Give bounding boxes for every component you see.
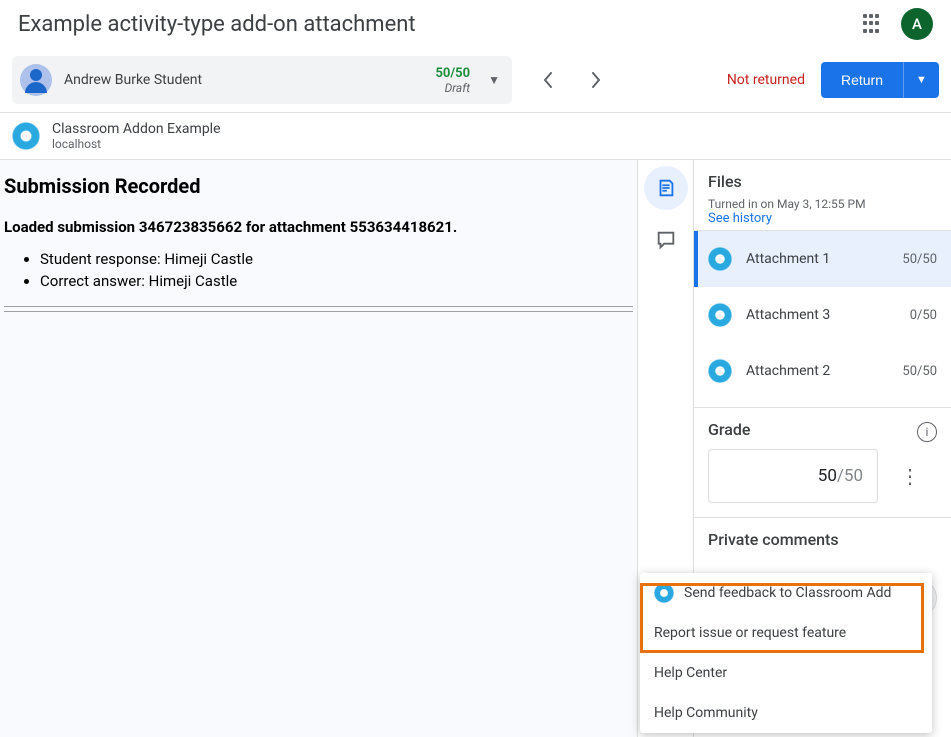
attachment-name: Attachment 2 xyxy=(746,363,888,379)
student-name: Andrew Burke Student xyxy=(64,72,435,88)
turned-in-text: Turned in on May 3, 12:55 PM xyxy=(708,197,937,211)
addon-title: Classroom Addon Example xyxy=(52,121,221,137)
attachment-row[interactable]: Attachment 3 0/50 xyxy=(694,287,951,343)
return-dropdown-button[interactable]: ▼ xyxy=(903,62,939,98)
account-avatar[interactable]: A xyxy=(901,8,933,40)
submission-bullet: Correct answer: Himeji Castle xyxy=(40,272,633,290)
student-picker[interactable]: Andrew Burke Student 50/50 Draft ▼ xyxy=(12,56,512,104)
submission-heading: Submission Recorded xyxy=(4,174,633,198)
attachment-name: Attachment 3 xyxy=(746,307,896,323)
next-student-button[interactable] xyxy=(584,68,608,92)
menu-send-feedback[interactable]: Send feedback to Classroom Add xyxy=(640,573,932,613)
attachment-grade: 0/50 xyxy=(910,308,937,323)
addon-subtitle: localhost xyxy=(52,137,221,151)
person-icon xyxy=(20,64,52,96)
attachment-row[interactable]: Attachment 1 50/50 xyxy=(694,231,951,287)
menu-report-issue[interactable]: Report issue or request feature xyxy=(640,613,932,653)
prev-student-button[interactable] xyxy=(536,68,560,92)
divider xyxy=(4,311,633,312)
attachment-grade: 50/50 xyxy=(902,364,937,379)
attachment-name: Attachment 1 xyxy=(746,251,888,267)
attachment-icon xyxy=(708,247,732,271)
chevron-down-icon: ▼ xyxy=(488,73,500,87)
status-not-returned: Not returned xyxy=(727,72,805,88)
apps-icon[interactable] xyxy=(863,14,883,34)
picker-draft-label: Draft xyxy=(435,81,470,95)
tab-comments[interactable] xyxy=(644,218,688,262)
grade-denominator: /50 xyxy=(837,466,863,486)
menu-label: Help Center xyxy=(654,665,727,681)
help-menu-popup: Send feedback to Classroom Add Report is… xyxy=(640,573,932,733)
addon-iframe-panel: Submission Recorded Loaded submission 34… xyxy=(0,160,638,737)
attachment-icon xyxy=(708,303,732,327)
private-comments-heading: Private comments xyxy=(708,530,937,549)
page-title: Example activity-type add-on attachment xyxy=(18,12,416,37)
tab-files[interactable] xyxy=(644,166,688,210)
info-icon[interactable]: i xyxy=(917,422,937,442)
attachment-row[interactable]: Attachment 2 50/50 xyxy=(694,343,951,399)
picker-grade: 50/50 xyxy=(435,66,470,81)
menu-help-center[interactable]: Help Center xyxy=(640,653,932,693)
addon-logo-icon xyxy=(654,583,674,603)
see-history-link[interactable]: See history xyxy=(708,211,937,226)
return-button[interactable]: Return xyxy=(821,62,903,98)
divider xyxy=(4,306,633,307)
submission-bullet: Student response: Himeji Castle xyxy=(40,250,633,268)
files-heading: Files xyxy=(708,172,937,191)
menu-label: Report issue or request feature xyxy=(654,625,846,641)
menu-help-community[interactable]: Help Community xyxy=(640,693,932,733)
grade-value: 50 xyxy=(818,466,837,486)
attachment-grade: 50/50 xyxy=(902,252,937,267)
grade-more-button[interactable]: ⋮ xyxy=(892,458,928,494)
attachment-list: Attachment 1 50/50 Attachment 3 0/50 Att… xyxy=(694,231,951,408)
attachment-icon xyxy=(708,359,732,383)
grade-heading: Grade xyxy=(708,420,937,439)
menu-label: Send feedback to Classroom Add xyxy=(684,585,891,601)
grade-input[interactable]: 50/50 xyxy=(708,449,878,503)
menu-label: Help Community xyxy=(654,705,758,721)
addon-logo-icon xyxy=(12,122,40,150)
submission-loaded-line: Loaded submission 346723835662 for attac… xyxy=(4,218,633,236)
